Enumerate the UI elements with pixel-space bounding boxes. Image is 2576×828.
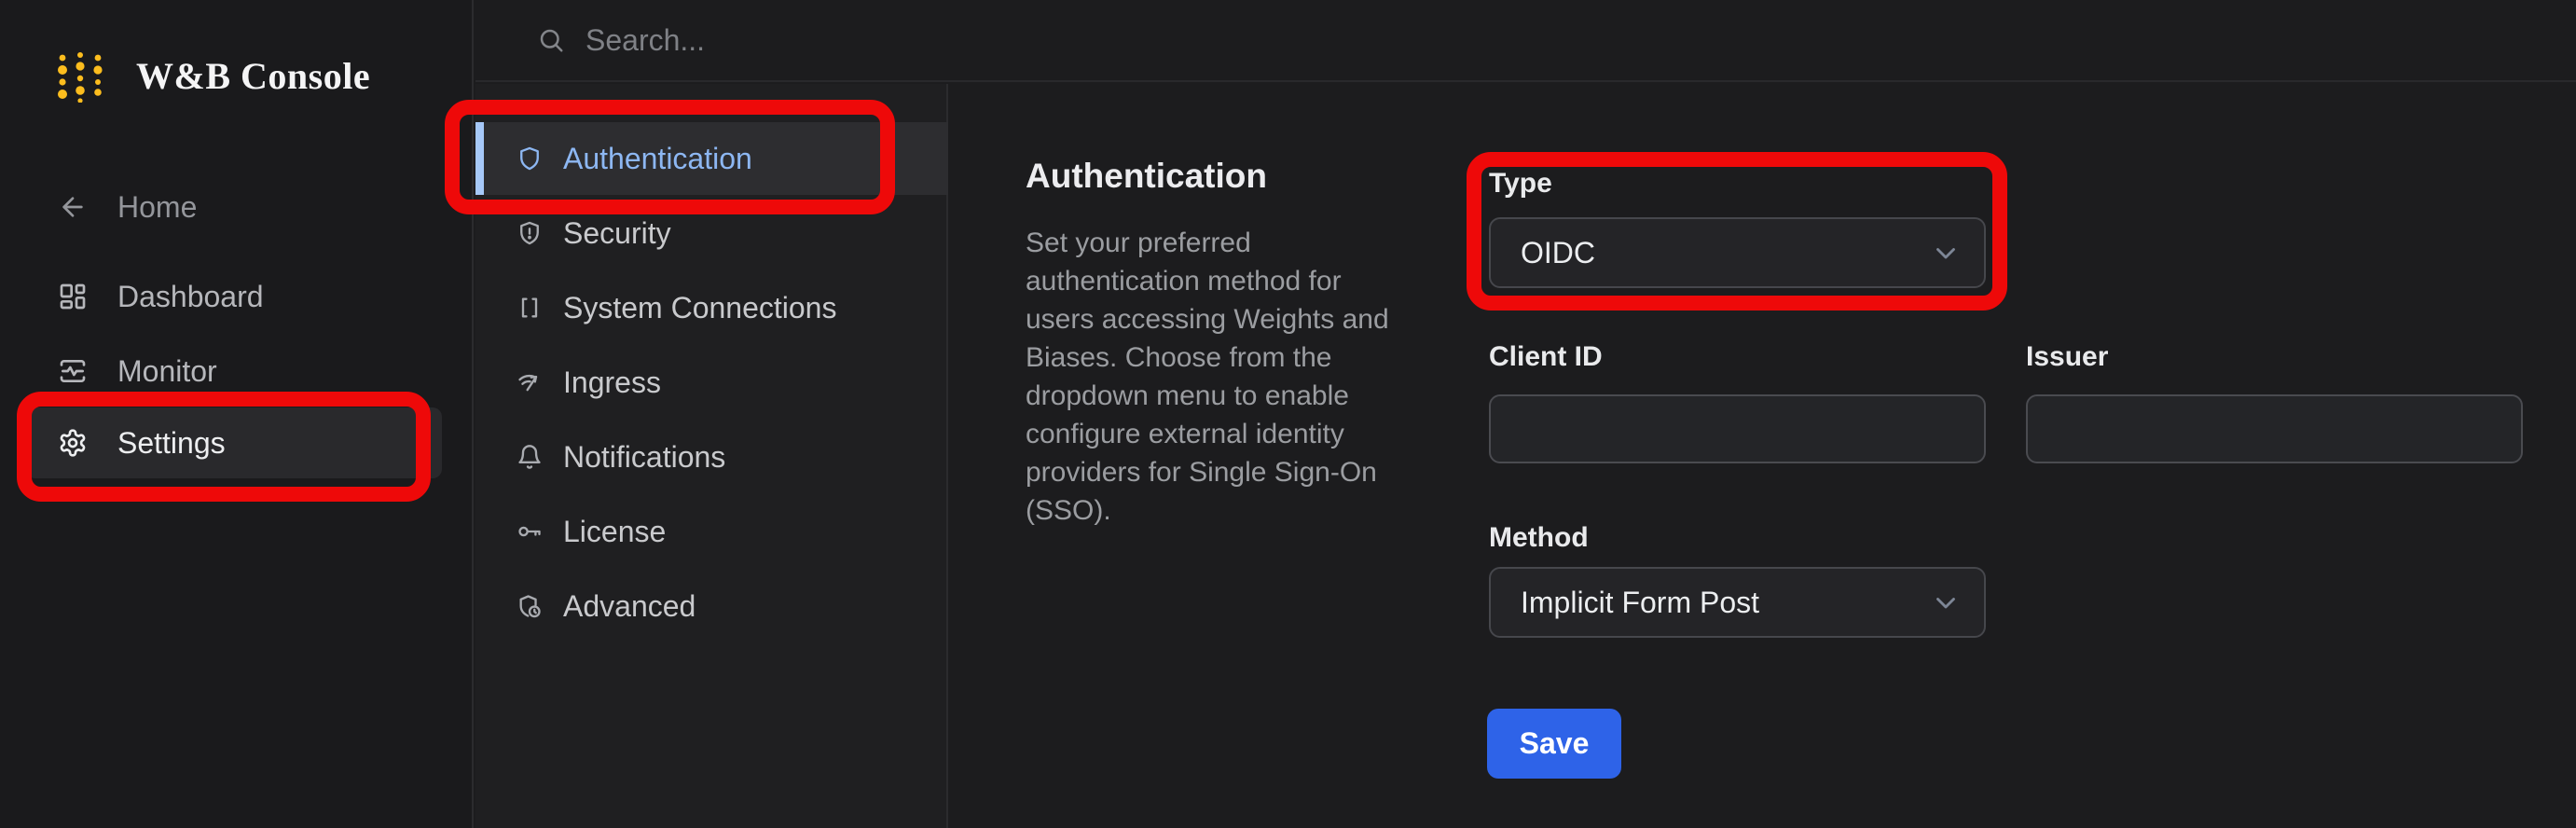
key-icon (518, 526, 541, 537)
settings-nav-item-ingress[interactable]: Ingress (475, 346, 948, 419)
topbar (475, 0, 2576, 82)
wifi-arrow-icon (518, 374, 538, 392)
settings-nav-item-authentication[interactable]: Authentication (475, 122, 948, 195)
settings-nav-item-advanced[interactable]: Advanced (475, 570, 948, 642)
issuer-input[interactable] (2026, 394, 2523, 463)
settings-nav-label: Security (563, 215, 671, 250)
save-button[interactable]: Save (1487, 709, 1621, 779)
dashboard-icon (60, 283, 86, 310)
section-description: Set your preferred authentication method… (1026, 228, 1389, 526)
settings-nav-label: System Connections (563, 290, 837, 324)
bell-icon (518, 445, 541, 469)
chevron-down-icon (1936, 598, 1955, 609)
sidebar-item-dashboard[interactable]: Dashboard (26, 267, 442, 326)
method-select[interactable]: Implicit Form Post (1489, 567, 1986, 638)
sidebar-item-home[interactable]: Home (26, 177, 442, 237)
sidebar-item-settings[interactable]: Settings (26, 407, 442, 478)
sidebar-item-label: Dashboard (117, 279, 264, 313)
gear-icon (60, 429, 86, 457)
settings-nav-label: Advanced (563, 588, 696, 623)
wandb-dots-logo (58, 52, 103, 103)
search-input[interactable] (585, 22, 1238, 58)
primary-sidebar: W&B Console Home Dashboard Monitor Setti… (0, 0, 474, 828)
type-select-value: OIDC (1521, 235, 1595, 269)
sidebar-item-label: Home (117, 189, 198, 224)
shield-icon (520, 146, 539, 171)
method-select-value: Implicit Form Post (1521, 585, 1760, 619)
settings-nav-item-system-connections[interactable]: System Connections (475, 271, 948, 344)
issuer-label: Issuer (2026, 341, 2109, 372)
settings-nav-panel: Authentication Security System Connectio… (475, 84, 948, 828)
shield-alert-icon (520, 221, 539, 245)
settings-nav-label: Ingress (563, 365, 661, 399)
wandb-console-settings-page: W&B Console Home Dashboard Monitor Setti… (0, 0, 2576, 828)
settings-nav-item-security[interactable]: Security (475, 197, 948, 269)
sidebar-item-monitor[interactable]: Monitor (26, 341, 442, 401)
settings-nav-label: License (563, 514, 667, 548)
app-title: W&B Console (136, 54, 371, 97)
settings-nav-item-notifications[interactable]: Notifications (475, 421, 948, 493)
brackets-icon (521, 297, 538, 318)
client-id-label: Client ID (1489, 341, 1603, 372)
client-id-input[interactable] (1489, 394, 1986, 463)
type-select[interactable]: OIDC (1489, 217, 1986, 288)
settings-nav-label: Notifications (563, 439, 726, 474)
app-logo: W&B Console (56, 48, 370, 103)
settings-nav-label: Authentication (563, 141, 752, 175)
sidebar-item-label: Settings (117, 425, 226, 460)
monitor-pulse-icon (60, 360, 86, 382)
sidebar-item-label: Monitor (117, 353, 217, 388)
page-title: Authentication (1026, 157, 1267, 195)
chevron-down-icon (1936, 248, 1955, 259)
search-icon (540, 29, 563, 52)
shield-clock-icon (519, 595, 541, 618)
method-label: Method (1489, 522, 1589, 553)
settings-nav-item-license[interactable]: License (475, 495, 948, 568)
type-label: Type (1489, 168, 1552, 199)
back-arrow-icon (62, 197, 83, 217)
